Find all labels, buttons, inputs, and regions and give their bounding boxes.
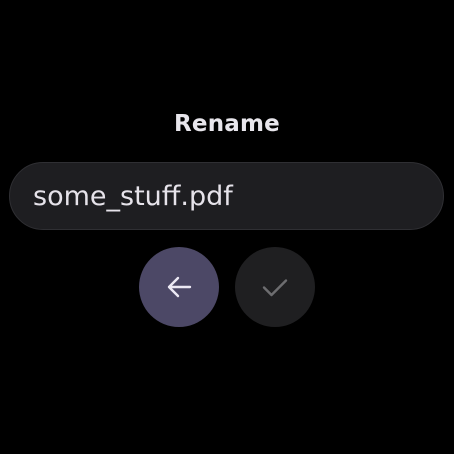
arrow-back-icon (164, 272, 194, 302)
filename-input[interactable]: some_stuff.pdf (9, 162, 444, 230)
confirm-button[interactable] (235, 247, 315, 327)
back-button[interactable] (139, 247, 219, 327)
dialog-title: Rename (174, 111, 280, 137)
filename-input-value: some_stuff.pdf (33, 181, 233, 212)
checkmark-icon (260, 272, 290, 302)
rename-dialog: Rename some_stuff.pdf (0, 0, 454, 454)
